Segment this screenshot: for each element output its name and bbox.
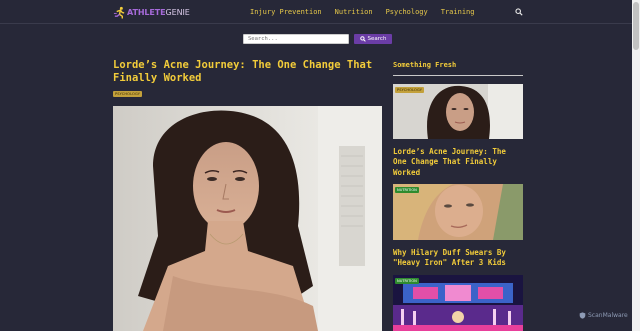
search-icon[interactable]	[515, 8, 523, 16]
logo-text-athlete: ATHLETE	[127, 7, 166, 17]
sidebar-card-title[interactable]: Lorde’s Acne Journey: The One Change Tha…	[393, 147, 523, 178]
category-badge[interactable]: PSYCHOLOGY	[113, 91, 142, 97]
nav-item-training[interactable]: Training	[441, 8, 475, 16]
article-title: Lorde’s Acne Journey: The One Change Tha…	[113, 59, 373, 84]
search-button[interactable]: Search	[354, 34, 392, 44]
sidebar-card-category[interactable]: NUTRITION	[395, 187, 419, 193]
scrollbar-thumb[interactable]	[633, 2, 639, 50]
site-logo[interactable]: ATHLETE GENIE	[113, 5, 190, 19]
hero-image	[113, 106, 382, 331]
watermark-text: ScanMalware	[588, 312, 628, 319]
sidebar-card-category[interactable]: NUTRITION	[395, 278, 419, 284]
nav-item-psychology[interactable]: Psychology	[386, 8, 428, 16]
sidebar-heading: Something Fresh	[393, 61, 457, 69]
shield-icon	[579, 312, 586, 319]
nav-item-nutrition[interactable]: Nutrition	[335, 8, 373, 16]
page-scrollbar[interactable]	[632, 0, 640, 331]
search-input[interactable]	[243, 34, 349, 44]
main-nav: Injury Prevention Nutrition Psychology T…	[250, 8, 487, 16]
search-icon	[359, 36, 366, 42]
sidebar-divider	[393, 75, 523, 76]
nav-item-injury-prevention[interactable]: Injury Prevention	[250, 8, 322, 16]
runner-logo-icon	[113, 6, 125, 19]
sidebar-card-category[interactable]: PSYCHOLOGY	[395, 87, 424, 93]
search-button-label: Search	[367, 36, 387, 42]
watermark: ScanMalware	[579, 312, 628, 319]
sidebar-card-title[interactable]: Why Hilary Duff Swears By "Heavy Iron" A…	[393, 248, 523, 269]
logo-text-genie: GENIE	[165, 7, 190, 17]
site-header: ATHLETE GENIE Injury Prevention Nutrition…	[0, 0, 632, 24]
